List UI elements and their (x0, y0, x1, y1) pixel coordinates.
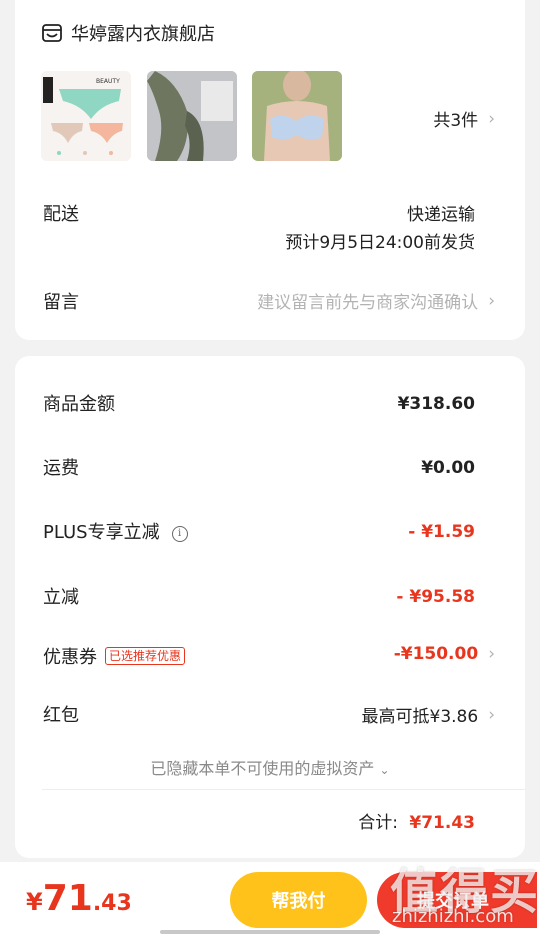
shipping-label: 配送 (43, 204, 79, 225)
coupon-selector[interactable]: -¥150.00 › (394, 644, 495, 664)
price-integer: 71 (42, 878, 93, 919)
chevron-down-icon: ⌄ (379, 763, 390, 777)
goods-amount-value: ¥318.60 (397, 394, 475, 414)
product-thumbnail-leggings[interactable] (147, 71, 237, 161)
total-label: 合计: (358, 813, 398, 833)
coupon-value: -¥150.00 (393, 644, 479, 664)
plus-discount-label: PLUS专享立减 (43, 522, 160, 543)
item-count: 共3件 (433, 111, 479, 131)
bottom-total-price: ¥71.43 (26, 878, 132, 919)
freight-label: 运费 (43, 458, 79, 479)
leggings-product-image (147, 71, 237, 161)
underwear-product-image: BEAUTY (41, 71, 131, 161)
chevron-right-icon: › (488, 704, 495, 725)
goods-amount-label: 商品金额 (43, 394, 115, 415)
coupon-tag: 已选推荐优惠 (105, 647, 186, 665)
message-placeholder: 建议留言前先与商家沟通确认 (257, 293, 479, 313)
hidden-assets-text: 已隐藏本单不可使用的虚拟资产 (150, 759, 375, 778)
redpacket-value: 最高可抵¥3.86 (361, 707, 479, 727)
message-input[interactable]: 建议留言前先与商家沟通确认 › (257, 288, 495, 314)
freight-value: ¥0.00 (421, 458, 475, 478)
help-me-pay-button[interactable]: 帮我付 (230, 872, 367, 928)
shipping-eta: 预计9月5日24:00前发货 (285, 233, 475, 253)
chevron-right-icon: › (488, 108, 495, 129)
plus-discount-row: PLUS专享立减 i (43, 518, 188, 544)
store-header[interactable]: 华婷露内衣旗舰店 (41, 20, 215, 46)
instant-discount-value: - ¥95.58 (396, 587, 475, 607)
order-store-card: 华婷露内衣旗舰店 BEAUTY 共3件 › 配送 快递运输 预计9月5日24:0… (15, 0, 525, 340)
coupon-row: 优惠券 已选推荐优惠 (43, 643, 186, 669)
product-thumbnail-bra[interactable] (252, 71, 342, 161)
hidden-assets-toggle[interactable]: 已隐藏本单不可使用的虚拟资产 ⌄ (15, 755, 525, 779)
redpacket-selector[interactable]: 最高可抵¥3.86 › (361, 702, 495, 728)
message-label: 留言 (43, 292, 79, 313)
price-summary-card: 商品金额 ¥318.60 运费 ¥0.00 PLUS专享立减 i - ¥1.59 … (15, 356, 525, 858)
brand-label: BEAUTY (96, 78, 120, 85)
currency-symbol: ¥ (26, 888, 43, 916)
chevron-right-icon: › (488, 644, 495, 664)
store-icon (42, 24, 62, 42)
chevron-right-icon: › (488, 290, 495, 311)
total-value: ¥71.43 (409, 813, 475, 833)
shipping-method: 快递运输 (407, 205, 475, 225)
item-count-link[interactable]: 共3件 › (433, 106, 495, 132)
info-icon[interactable]: i (171, 526, 188, 542)
divider (42, 789, 525, 790)
coupon-label: 优惠券 (43, 647, 97, 668)
bra-product-image (252, 71, 342, 161)
product-thumbnail-underwear[interactable]: BEAUTY (41, 71, 131, 161)
total-row: 合计: ¥71.43 (358, 808, 475, 833)
redpacket-label: 红包 (43, 705, 79, 726)
plus-discount-value: - ¥1.59 (408, 522, 475, 542)
price-decimal: .43 (92, 891, 132, 916)
watermark-url: zhizhizhi.com (392, 906, 514, 927)
home-indicator (160, 930, 380, 934)
instant-discount-label: 立减 (43, 587, 79, 608)
store-name: 华婷露内衣旗舰店 (71, 24, 215, 45)
